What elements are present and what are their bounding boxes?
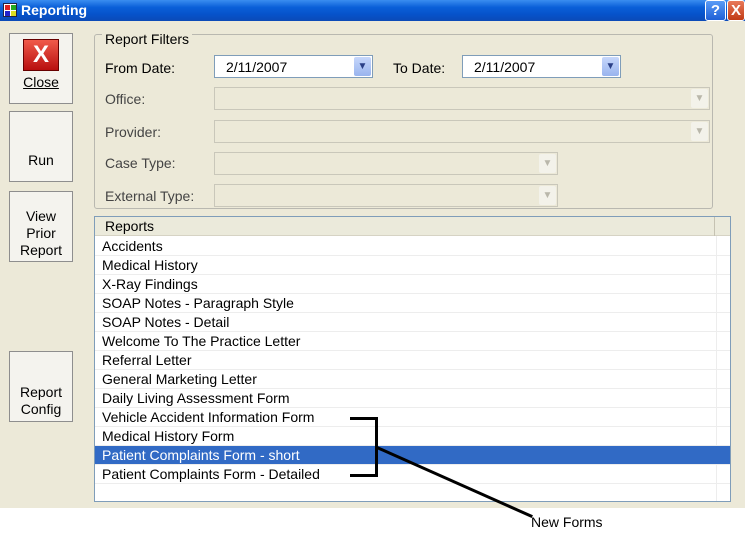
reports-list[interactable]: Reports Accidents Medical History X-Ray Fi… <box>94 216 731 502</box>
run-button-label: Run <box>28 152 54 168</box>
list-item[interactable]: Referral Letter <box>95 351 730 370</box>
provider-select[interactable]: ▼ <box>214 120 710 143</box>
from-date-picker[interactable]: 2/11/2007 ▼ <box>214 55 373 78</box>
list-item[interactable]: Accidents <box>95 237 730 256</box>
report-config-button[interactable]: Report Config <box>9 351 73 422</box>
office-label: Office: <box>105 91 146 107</box>
chevron-down-icon: ▼ <box>691 122 708 141</box>
list-item[interactable]: X-Ray Findings <box>95 275 730 294</box>
run-button[interactable]: Run <box>9 111 73 182</box>
case-type-select[interactable]: ▼ <box>214 152 558 175</box>
chevron-down-icon[interactable]: ▼ <box>602 57 619 76</box>
close-icon: X <box>23 39 59 71</box>
case-type-label: Case Type: <box>105 155 176 171</box>
close-button[interactable]: X Close <box>9 33 73 104</box>
list-item[interactable]: Medical History Form <box>95 427 730 446</box>
view-prior-label-2: Prior <box>26 225 56 241</box>
list-item[interactable]: Daily Living Assessment Form <box>95 389 730 408</box>
app-icon <box>3 3 17 17</box>
view-prior-report-button[interactable]: View Prior Report <box>9 191 73 262</box>
list-item[interactable]: SOAP Notes - Detail <box>95 313 730 332</box>
from-date-label: From Date: <box>105 60 176 76</box>
reports-column-header[interactable]: Reports <box>95 217 715 236</box>
list-item[interactable]: Vehicle Accident Information Form <box>95 408 730 427</box>
external-type-label: External Type: <box>105 188 195 204</box>
reports-rows: Accidents Medical History X-Ray Findings SO… <box>95 237 730 484</box>
list-item[interactable]: SOAP Notes - Paragraph Style <box>95 294 730 313</box>
provider-label: Provider: <box>105 124 162 140</box>
to-date-label: To Date: <box>393 60 446 76</box>
from-date-value: 2/11/2007 <box>226 59 288 75</box>
help-button[interactable]: ? <box>705 0 726 21</box>
list-item[interactable]: Patient Complaints Form - Detailed <box>95 465 730 484</box>
to-date-value: 2/11/2007 <box>474 59 536 75</box>
list-item[interactable]: General Marketing Letter <box>95 370 730 389</box>
left-toolbar: X Close Run View Prior Report Report Con… <box>0 21 86 508</box>
external-type-select[interactable]: ▼ <box>214 184 558 207</box>
view-prior-label-1: View <box>25 208 57 224</box>
office-select[interactable]: ▼ <box>214 87 710 110</box>
chevron-down-icon: ▼ <box>691 89 708 108</box>
annotation-label: New Forms <box>531 514 603 530</box>
chevron-down-icon: ▼ <box>539 186 556 205</box>
chevron-down-icon: ▼ <box>539 154 556 173</box>
reports-header[interactable]: Reports <box>95 217 730 236</box>
title-bar: Reporting ? X <box>0 0 745 21</box>
report-config-label-1: Report <box>19 384 63 400</box>
view-prior-label-3: Report <box>19 242 63 258</box>
report-config-label-2: Config <box>20 401 62 417</box>
to-date-picker[interactable]: 2/11/2007 ▼ <box>462 55 621 78</box>
window-close-button[interactable]: X <box>727 0 745 21</box>
report-filters-legend: Report Filters <box>102 31 193 47</box>
window-title: Reporting <box>21 2 88 18</box>
annotation-bracket <box>350 417 378 477</box>
list-item[interactable]: Medical History <box>95 256 730 275</box>
chevron-down-icon[interactable]: ▼ <box>354 57 371 76</box>
close-button-label: Close <box>23 74 59 90</box>
list-item[interactable]: Welcome To The Practice Letter <box>95 332 730 351</box>
